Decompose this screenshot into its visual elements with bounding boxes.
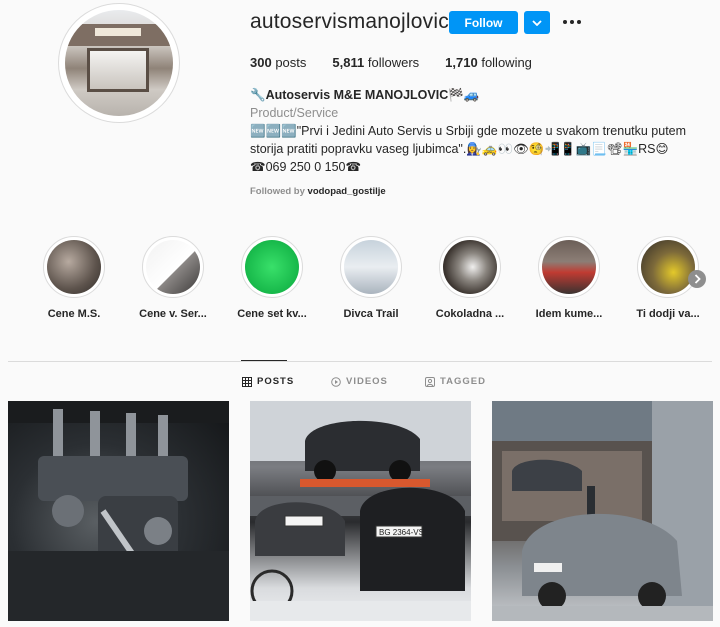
- dot-icon: [563, 20, 567, 24]
- highlights-next-button[interactable]: [688, 270, 706, 288]
- follow-button[interactable]: Follow: [449, 11, 518, 34]
- tab-tagged[interactable]: TAGGED: [425, 376, 486, 387]
- more-options-button[interactable]: [560, 12, 584, 32]
- profile-avatar[interactable]: [58, 3, 180, 123]
- profile-description: 🆕🆕🆕"Prvi i Jedini Auto Servis u Srbiji g…: [250, 124, 687, 156]
- chevron-right-icon: [694, 274, 701, 284]
- highlight-item[interactable]: Cene M.S.: [42, 236, 106, 320]
- suggested-accounts-button[interactable]: [524, 11, 550, 34]
- grid-icon: [242, 376, 252, 387]
- dot-icon: [577, 20, 581, 24]
- avatar-image: [65, 10, 173, 116]
- posts-count: 300 posts: [250, 55, 307, 70]
- post-thumbnail-cars-lift[interactable]: BG 2364-VS: [250, 401, 471, 621]
- video-icon: [331, 376, 341, 387]
- followed-by-user[interactable]: vodopad_gostilje: [308, 186, 386, 197]
- following-count[interactable]: 1,710 following: [445, 55, 532, 70]
- highlight-item[interactable]: Cokoladna ...: [436, 236, 504, 320]
- profile-page: autoservismanojlovic Follow 300 posts 5,…: [0, 0, 720, 627]
- dot-icon: [570, 20, 574, 24]
- active-tab-indicator: [241, 360, 287, 361]
- tagged-person-icon: [425, 376, 435, 387]
- profile-username: autoservismanojlovic: [250, 10, 449, 33]
- profile-category: Product/Service: [250, 106, 339, 120]
- cars-on-lift-photo: BG 2364-VS: [250, 401, 471, 621]
- tabs-divider: [8, 361, 712, 362]
- tab-videos[interactable]: VIDEOS: [331, 376, 388, 387]
- highlight-item[interactable]: Divca Trail: [339, 236, 403, 320]
- profile-full-name: 🔧Autoservis M&E MANOJLOVIC🏁🚙: [250, 88, 480, 102]
- tab-posts[interactable]: POSTS: [242, 376, 294, 387]
- post-thumbnail-engine[interactable]: [8, 401, 229, 621]
- post-thumbnail-garage[interactable]: [492, 401, 713, 621]
- highlight-item[interactable]: Idem kume...: [536, 236, 602, 320]
- highlight-item[interactable]: Ti dodji va...: [636, 236, 700, 320]
- followers-count[interactable]: 5,811 followers: [332, 55, 419, 70]
- profile-phone: ☎069 250 0 150☎: [250, 160, 362, 174]
- highlight-item[interactable]: Cene set kv...: [237, 236, 307, 320]
- highlight-item[interactable]: Cene v. Ser...: [139, 236, 207, 320]
- license-plate-text: BG 2364-VS: [379, 528, 424, 537]
- engine-photo: [8, 401, 229, 621]
- garage-photo: [492, 401, 713, 621]
- followed-by: Followed by vodopad_gostilje: [250, 186, 386, 197]
- profile-stats: 300 posts 5,811 followers 1,710 followin…: [250, 55, 558, 70]
- profile-bio: 🔧Autoservis M&E MANOJLOVIC🏁🚙 Product/Ser…: [250, 86, 720, 176]
- chevron-down-icon: [532, 19, 542, 26]
